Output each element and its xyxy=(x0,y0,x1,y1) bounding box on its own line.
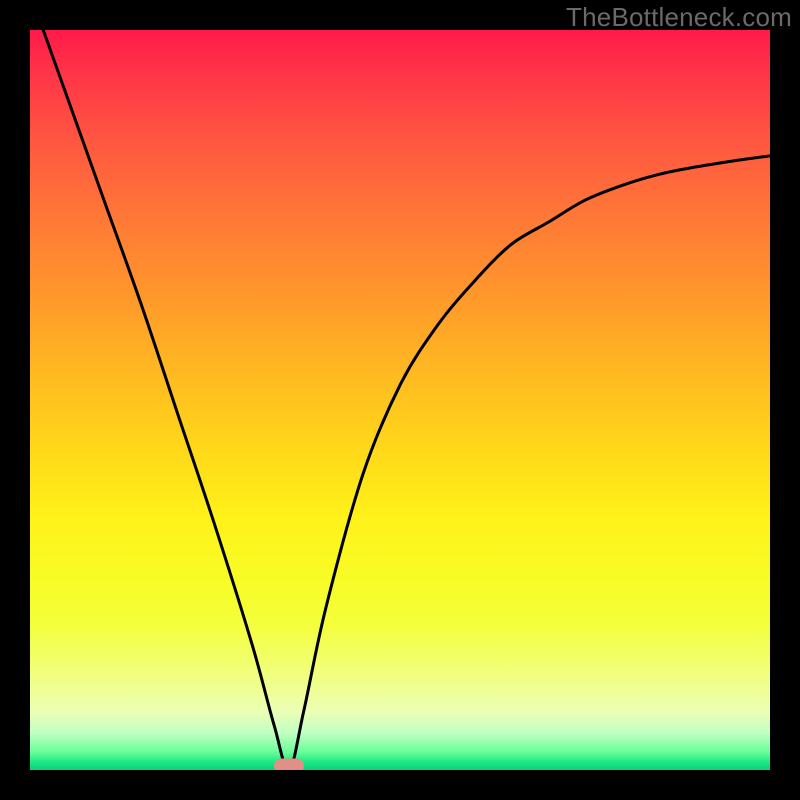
plot-area xyxy=(30,30,770,770)
watermark-text: TheBottleneck.com xyxy=(566,2,792,33)
curve-path xyxy=(30,30,770,770)
bottleneck-curve xyxy=(30,30,770,770)
notch-marker xyxy=(274,759,304,771)
